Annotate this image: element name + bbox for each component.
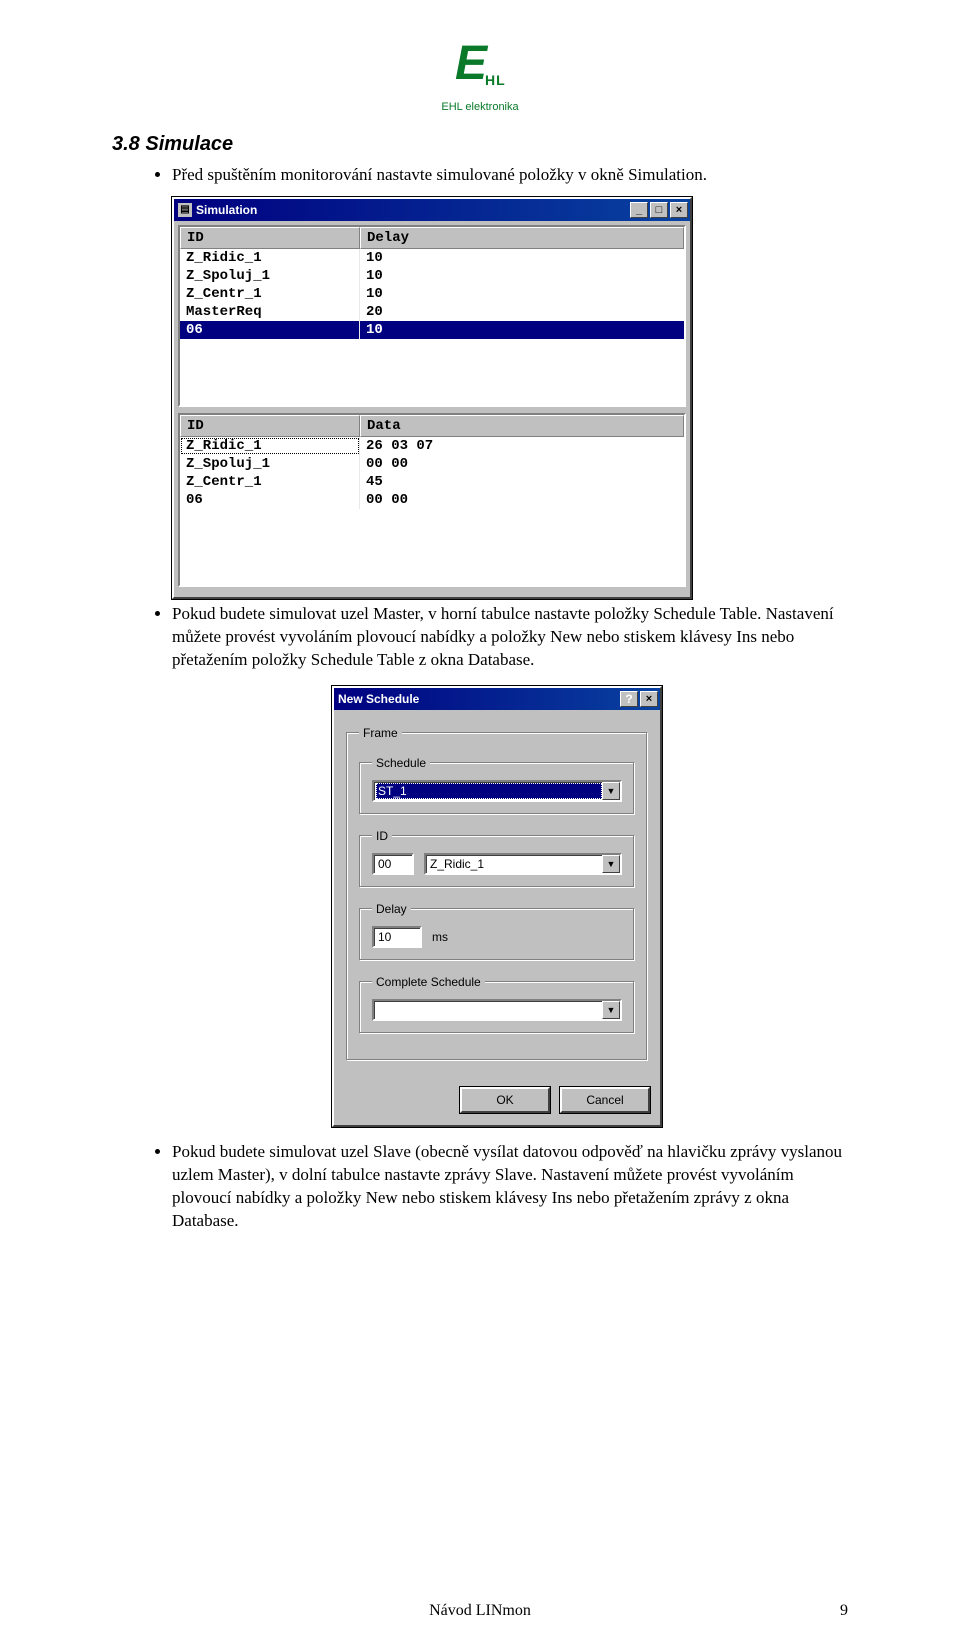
table2-header: ID Data bbox=[180, 415, 684, 437]
table-row[interactable]: Z_Spoluj_1 00 00 bbox=[180, 455, 684, 473]
bullet-list-1: Před spuštěním monitorování nastavte sim… bbox=[112, 164, 848, 187]
maximize-button[interactable]: □ bbox=[650, 202, 668, 218]
table-row[interactable]: Z_Centr_1 10 bbox=[180, 285, 684, 303]
logo-block: E HL EHL elektronika bbox=[112, 48, 848, 113]
id-legend: ID bbox=[372, 829, 392, 843]
bullet-3: Pokud budete simulovat uzel Slave (obecn… bbox=[172, 1141, 848, 1233]
table-row[interactable]: Z_Ridic_1 10 bbox=[180, 249, 684, 267]
table1-empty-area bbox=[180, 339, 684, 405]
id-number-input[interactable]: 00 bbox=[372, 853, 414, 875]
close-button[interactable]: × bbox=[670, 202, 688, 218]
ok-button[interactable]: OK bbox=[460, 1087, 550, 1113]
footer-center: Návod LINmon bbox=[0, 1602, 960, 1620]
schedule-value: ST_1 bbox=[376, 783, 602, 799]
table-row[interactable]: Z_Ridic_1 26 03 07 bbox=[180, 437, 684, 455]
chevron-down-icon[interactable]: ▼ bbox=[602, 1001, 620, 1019]
chevron-down-icon[interactable]: ▼ bbox=[602, 855, 620, 873]
bullet-list-3: Pokud budete simulovat uzel Slave (obecn… bbox=[112, 1141, 848, 1233]
col-delay: Delay bbox=[360, 227, 684, 249]
schedule-legend: Schedule bbox=[372, 756, 430, 770]
table2-empty-area bbox=[180, 509, 684, 585]
page: E HL EHL elektronika 3.8 Simulace Před s… bbox=[0, 0, 960, 1648]
help-button[interactable]: ? bbox=[620, 691, 638, 707]
bullet-2: Pokud budete simulovat uzel Master, v ho… bbox=[172, 603, 848, 672]
frame-legend: Frame bbox=[359, 726, 402, 740]
id-number-value: 00 bbox=[378, 857, 391, 871]
delay-input[interactable]: 10 bbox=[372, 926, 422, 948]
delay-unit: ms bbox=[432, 930, 448, 944]
complete-legend: Complete Schedule bbox=[372, 975, 485, 989]
page-number: 9 bbox=[840, 1602, 848, 1620]
heading-3-8: 3.8 Simulace bbox=[112, 133, 848, 156]
logo-letters-hl: HL bbox=[485, 72, 506, 88]
table-row[interactable]: Z_Spoluj_1 10 bbox=[180, 267, 684, 285]
dialog-title: New Schedule bbox=[338, 692, 620, 706]
col-id: ID bbox=[180, 227, 360, 249]
schedule-group: Schedule ST_1 ▼ bbox=[359, 756, 635, 815]
table-row[interactable]: 06 00 00 bbox=[180, 491, 684, 509]
minimize-button[interactable]: _ bbox=[630, 202, 648, 218]
dialog-close-button[interactable]: × bbox=[640, 691, 658, 707]
slave-data-list[interactable]: ID Data Z_Ridic_1 26 03 07 Z_Spoluj_1 00… bbox=[178, 413, 686, 587]
bullet-list-2: Pokud budete simulovat uzel Master, v ho… bbox=[112, 603, 848, 672]
col-id: ID bbox=[180, 415, 360, 437]
schedule-table-list[interactable]: ID Delay Z_Ridic_1 10 Z_Spoluj_1 10 Z_Ce… bbox=[178, 225, 686, 407]
logo-letter-e: E bbox=[455, 44, 487, 84]
simulation-titlebar[interactable]: ▤ Simulation _ □ × bbox=[174, 199, 690, 221]
id-group: ID 00 Z_Ridic_1 ▼ bbox=[359, 829, 635, 888]
schedule-combo[interactable]: ST_1 ▼ bbox=[372, 780, 622, 802]
table-row[interactable]: Z_Centr_1 45 bbox=[180, 473, 684, 491]
chevron-down-icon[interactable]: ▼ bbox=[602, 782, 620, 800]
delay-value: 10 bbox=[378, 930, 391, 944]
logo-caption: EHL elektronika bbox=[112, 101, 848, 113]
table-row-selected[interactable]: 06 10 bbox=[180, 321, 684, 339]
complete-schedule-group: Complete Schedule ▼ bbox=[359, 975, 635, 1034]
table-row[interactable]: MasterReq 20 bbox=[180, 303, 684, 321]
col-data: Data bbox=[360, 415, 684, 437]
logo-icon: E HL bbox=[455, 48, 505, 92]
app-icon: ▤ bbox=[178, 203, 192, 217]
new-schedule-dialog: New Schedule ? × Frame Schedule ST_1 ▼ I… bbox=[332, 686, 662, 1127]
dialog-titlebar[interactable]: New Schedule ? × bbox=[334, 688, 660, 710]
id-name-value: Z_Ridic_1 bbox=[430, 857, 602, 871]
id-name-combo[interactable]: Z_Ridic_1 ▼ bbox=[424, 853, 622, 875]
simulation-title: Simulation bbox=[196, 203, 630, 217]
frame-group: Frame Schedule ST_1 ▼ ID 00 bbox=[346, 726, 648, 1061]
table1-header: ID Delay bbox=[180, 227, 684, 249]
simulation-window: ▤ Simulation _ □ × ID Delay Z_Ridic_1 10 bbox=[172, 197, 692, 599]
delay-group: Delay 10 ms bbox=[359, 902, 635, 961]
bullet-1: Před spuštěním monitorování nastavte sim… bbox=[172, 164, 848, 187]
delay-legend: Delay bbox=[372, 902, 411, 916]
cancel-button[interactable]: Cancel bbox=[560, 1087, 650, 1113]
complete-schedule-combo[interactable]: ▼ bbox=[372, 999, 622, 1021]
